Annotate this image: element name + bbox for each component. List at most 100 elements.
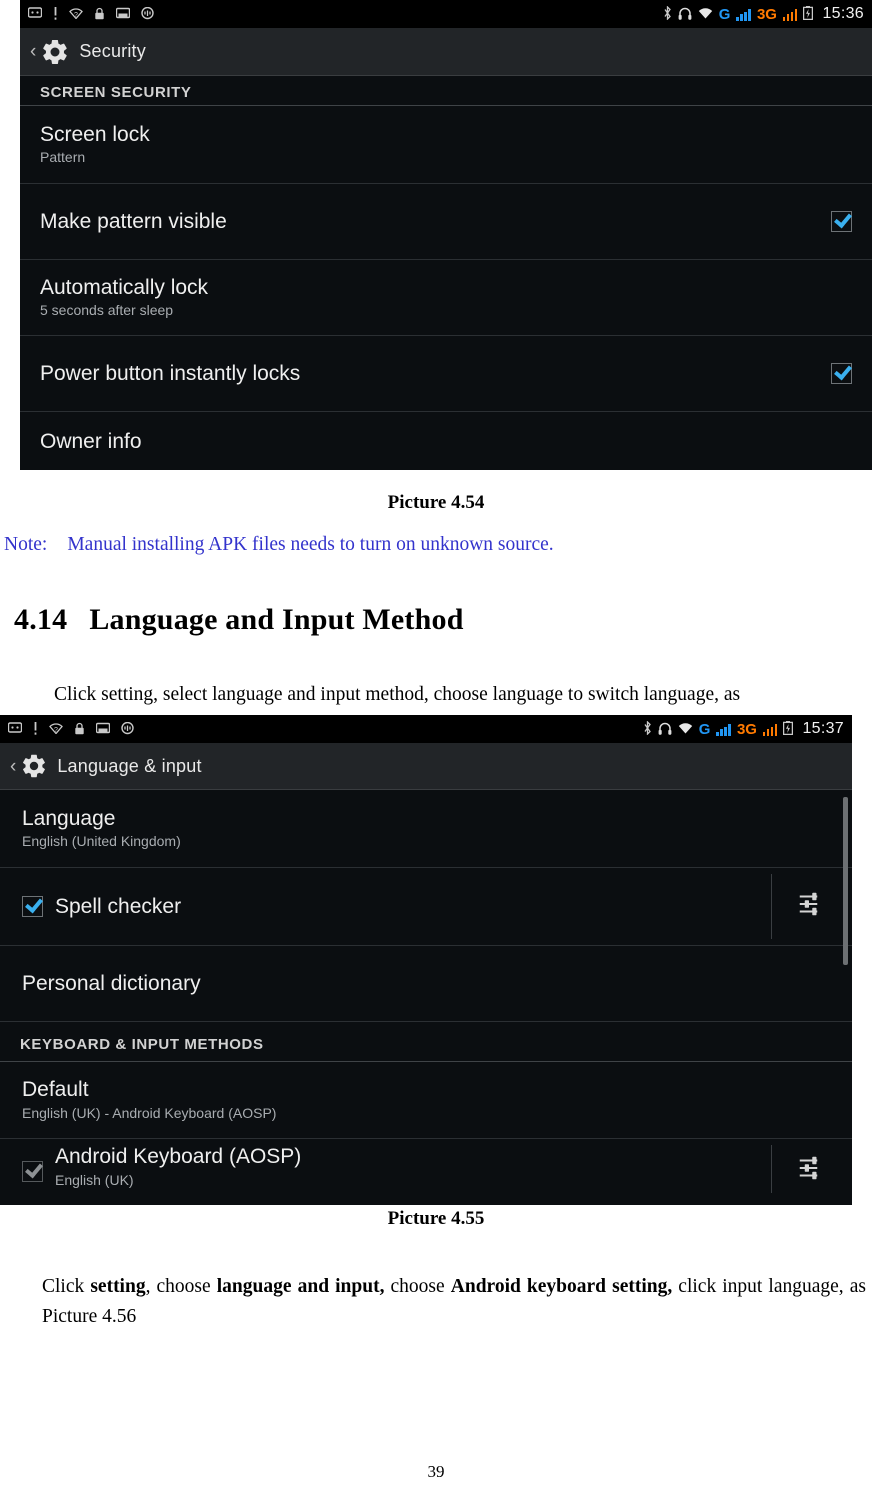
headset-icon bbox=[678, 7, 692, 22]
headset-icon bbox=[658, 722, 672, 737]
list-item-spell-checker[interactable]: Spell checker bbox=[0, 868, 852, 946]
network-type-g-label: G bbox=[698, 720, 711, 738]
bluetooth-icon bbox=[663, 5, 672, 22]
network-type-3g-label: 3G bbox=[736, 720, 757, 738]
tune-icon bbox=[796, 1153, 826, 1188]
lock-icon bbox=[94, 7, 105, 22]
list-item-title: Spell checker bbox=[55, 894, 182, 918]
paragraph-bold-language-and-input: language and input, bbox=[216, 1276, 385, 1297]
list-item-title: Language bbox=[22, 806, 116, 830]
action-bar-title: Security bbox=[79, 41, 146, 61]
paragraph-bold-setting: setting bbox=[90, 1276, 146, 1297]
vertical-scrollbar[interactable] bbox=[843, 797, 848, 965]
settings-gear-icon bbox=[20, 752, 48, 780]
android-keyboard-settings-button[interactable] bbox=[772, 1153, 852, 1188]
exclamation-icon bbox=[33, 721, 38, 737]
network-type-g-label: G bbox=[718, 5, 731, 23]
spell-checker-settings-button[interactable] bbox=[772, 889, 852, 924]
bluetooth-icon bbox=[643, 720, 652, 737]
wifi-icon bbox=[678, 722, 693, 736]
android-screenshot-security: ? G 3G 15:36 ‹ Security SCREEN SECURITY … bbox=[20, 0, 872, 470]
note-line: Note: Manual installing APK files needs t… bbox=[4, 534, 554, 556]
section-number: 4.14 bbox=[14, 603, 68, 636]
list-item-personal-dictionary[interactable]: Personal dictionary bbox=[0, 946, 852, 1022]
paragraph-language-intro: Click setting, select language and input… bbox=[54, 684, 741, 705]
list-item-title: Owner info bbox=[40, 430, 142, 454]
status-bar-clock: 15:36 bbox=[822, 5, 864, 22]
status-bar-notification-icons: ? bbox=[7, 721, 643, 737]
message-icon bbox=[7, 722, 23, 736]
page-number: 39 bbox=[427, 1462, 445, 1481]
lock-icon bbox=[74, 722, 85, 737]
settings-list-security: SCREEN SECURITY Screen lock Pattern Make… bbox=[20, 76, 872, 470]
network-type-3g-label: 3G bbox=[756, 5, 777, 23]
paragraph-text-3: choose bbox=[384, 1276, 451, 1297]
section-title: Language and Input Method bbox=[89, 603, 464, 636]
checkbox-make-pattern-visible[interactable] bbox=[831, 211, 852, 232]
signal-bars-3g-icon bbox=[782, 8, 798, 21]
back-chevron-icon[interactable]: ‹ bbox=[30, 42, 36, 61]
checkbox-android-keyboard-aosp[interactable] bbox=[22, 1161, 43, 1182]
signal-bars-3g-icon bbox=[762, 723, 778, 736]
section-header-keyboard-input-methods: KEYBOARD & INPUT METHODS bbox=[0, 1022, 852, 1062]
figure-caption-455: Picture 4.55 bbox=[387, 1208, 485, 1229]
paragraph-text-2: , choose bbox=[145, 1276, 217, 1297]
wifi-question-icon: ? bbox=[69, 7, 83, 21]
list-item-language[interactable]: Language English (United Kingdom) bbox=[0, 790, 852, 868]
list-item-android-keyboard-aosp[interactable]: Android Keyboard (AOSP) English (UK) bbox=[0, 1139, 852, 1199]
section-heading: 4.14 Language and Input Method bbox=[14, 603, 464, 637]
message-icon bbox=[27, 7, 43, 21]
note-label: Note: bbox=[4, 534, 48, 555]
list-item-title: Make pattern visible bbox=[40, 209, 227, 233]
list-item-subtitle: Pattern bbox=[40, 149, 86, 166]
android-screenshot-language-input: ? G 3G 15:37 ‹ Language & input Language… bbox=[0, 715, 852, 1205]
checkbox-spell-checker[interactable] bbox=[22, 896, 43, 917]
back-chevron-icon[interactable]: ‹ bbox=[10, 757, 16, 776]
list-item-title: Power button instantly locks bbox=[40, 361, 301, 385]
sdcard-icon bbox=[95, 722, 111, 736]
list-item-automatically-lock[interactable]: Automatically lock 5 seconds after sleep bbox=[20, 260, 872, 336]
status-bar-system-icons: G 3G 15:37 bbox=[643, 720, 844, 738]
status-bar: ? G 3G bbox=[20, 0, 872, 28]
signal-bars-g-icon bbox=[716, 723, 731, 736]
battery-charging-icon bbox=[783, 721, 794, 737]
settings-gear-icon bbox=[40, 37, 70, 67]
exclamation-icon bbox=[53, 6, 58, 22]
svg-text:?: ? bbox=[74, 12, 78, 19]
list-item-subtitle: English (United Kingdom) bbox=[22, 833, 181, 850]
list-item-subtitle: English (UK) bbox=[55, 1171, 134, 1188]
list-item-make-pattern-visible[interactable]: Make pattern visible bbox=[20, 184, 872, 260]
list-item-screen-lock[interactable]: Screen lock Pattern bbox=[20, 106, 872, 184]
status-bar: ? G 3G bbox=[0, 715, 852, 743]
list-item-default-keyboard[interactable]: Default English (UK) - Android Keyboard … bbox=[0, 1062, 852, 1139]
figure-caption-454: Picture 4.54 bbox=[387, 492, 485, 513]
svg-text:?: ? bbox=[54, 727, 58, 734]
list-item-title: Personal dictionary bbox=[22, 971, 201, 995]
list-item-owner-info[interactable]: Owner info bbox=[20, 412, 872, 470]
list-item-power-button-instantly-locks[interactable]: Power button instantly locks bbox=[20, 336, 872, 412]
note-text: Manual installing APK files needs to tur… bbox=[67, 534, 554, 555]
paragraph-android-keyboard-instructions: Click setting, choose language and input… bbox=[42, 1272, 866, 1332]
list-item-title: Screen lock bbox=[40, 122, 150, 146]
list-item-subtitle: 5 seconds after sleep bbox=[40, 302, 174, 319]
tune-icon bbox=[796, 889, 826, 924]
action-bar-language-input[interactable]: ‹ Language & input bbox=[0, 743, 852, 790]
signal-bars-g-icon bbox=[736, 8, 751, 21]
action-bar-security[interactable]: ‹ Security bbox=[20, 28, 872, 76]
wifi-question-icon: ? bbox=[49, 722, 63, 736]
paragraph-bold-android-keyboard-setting: Android keyboard setting, bbox=[450, 1276, 673, 1297]
status-bar-notification-icons: ? bbox=[27, 6, 663, 22]
list-item-title: Android Keyboard (AOSP) bbox=[55, 1145, 302, 1168]
battery-charging-icon bbox=[803, 6, 814, 22]
speech-bubble-icon bbox=[141, 6, 154, 22]
action-bar-title: Language & input bbox=[57, 755, 202, 776]
wifi-icon bbox=[698, 7, 713, 21]
checkbox-power-button-instantly-locks[interactable] bbox=[831, 363, 852, 384]
speech-bubble-icon bbox=[121, 721, 134, 737]
settings-list-language-input: Language English (United Kingdom) Spell … bbox=[0, 790, 852, 1199]
status-bar-clock: 15:37 bbox=[802, 720, 844, 737]
list-item-subtitle: English (UK) - Android Keyboard (AOSP) bbox=[22, 1104, 277, 1121]
list-item-title: Default bbox=[22, 1078, 89, 1102]
paragraph-text-1: Click bbox=[42, 1276, 91, 1297]
sdcard-icon bbox=[115, 7, 131, 21]
